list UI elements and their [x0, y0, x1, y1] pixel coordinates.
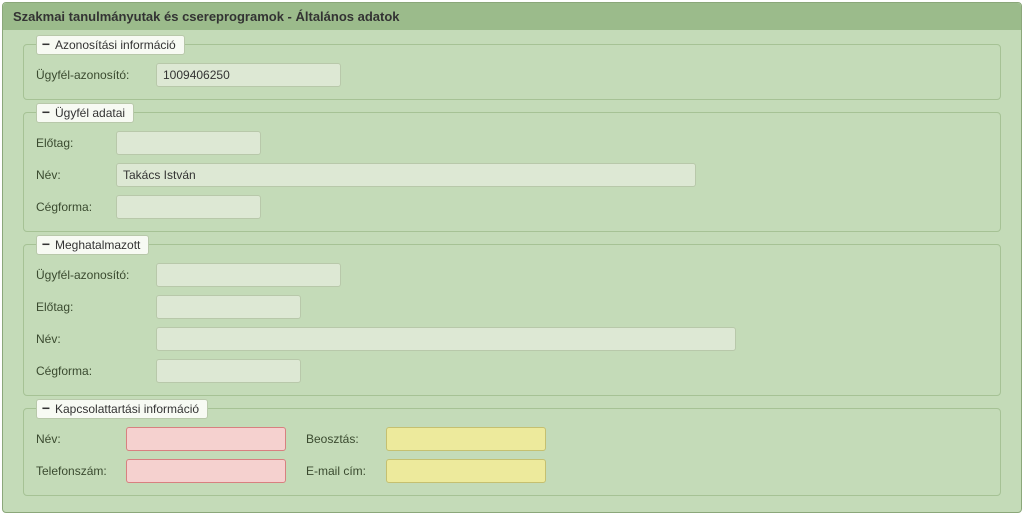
contact-position-label: Beosztás: [306, 432, 386, 446]
client-name-input[interactable] [116, 163, 696, 187]
legend-text: Azonosítási információ [55, 38, 176, 52]
delegate-clientid-label: Ügyfél-azonosító: [36, 268, 156, 282]
contact-name-input[interactable] [126, 427, 286, 451]
collapse-icon: − [41, 108, 51, 118]
client-companyform-label: Cégforma: [36, 200, 116, 214]
client-id-input[interactable] [156, 63, 341, 87]
contact-phone-label: Telefonszám: [36, 464, 126, 478]
collapse-icon: − [41, 40, 51, 50]
delegate-clientid-input[interactable] [156, 263, 341, 287]
contact-fieldset: − Kapcsolattartási információ Név: Beosz… [23, 408, 1001, 496]
contact-name-label: Név: [36, 432, 126, 446]
delegate-fieldset: − Meghatalmazott Ügyfél-azonosító: Előta… [23, 244, 1001, 396]
client-name-label: Név: [36, 168, 116, 182]
contact-row-2: Telefonszám: E-mail cím: [36, 459, 988, 483]
client-companyform-row: Cégforma: [36, 195, 988, 219]
legend-text: Meghatalmazott [55, 238, 140, 252]
delegate-name-row: Név: [36, 327, 988, 351]
client-prefix-label: Előtag: [36, 136, 116, 150]
contact-phone-input[interactable] [126, 459, 286, 483]
delegate-companyform-label: Cégforma: [36, 364, 156, 378]
delegate-legend[interactable]: − Meghatalmazott [36, 235, 149, 255]
client-companyform-input[interactable] [116, 195, 261, 219]
collapse-icon: − [41, 240, 51, 250]
identification-legend[interactable]: − Azonosítási információ [36, 35, 185, 55]
collapse-icon: − [41, 404, 51, 414]
contact-legend[interactable]: − Kapcsolattartási információ [36, 399, 208, 419]
contact-email-label: E-mail cím: [306, 464, 386, 478]
delegate-companyform-input[interactable] [156, 359, 301, 383]
client-prefix-input[interactable] [116, 131, 261, 155]
delegate-prefix-input[interactable] [156, 295, 301, 319]
identification-fieldset: − Azonosítási információ Ügyfél-azonosít… [23, 44, 1001, 100]
client-data-legend[interactable]: − Ügyfél adatai [36, 103, 134, 123]
contact-row-1: Név: Beosztás: [36, 427, 988, 451]
contact-position-input[interactable] [386, 427, 546, 451]
main-panel: Szakmai tanulmányutak és csereprogramok … [2, 2, 1022, 513]
panel-body: − Azonosítási információ Ügyfél-azonosít… [3, 44, 1021, 512]
client-name-row: Név: [36, 163, 988, 187]
legend-text: Ügyfél adatai [55, 106, 125, 120]
delegate-companyform-row: Cégforma: [36, 359, 988, 383]
panel-title: Szakmai tanulmányutak és csereprogramok … [3, 3, 1021, 30]
client-prefix-row: Előtag: [36, 131, 988, 155]
delegate-name-input[interactable] [156, 327, 736, 351]
client-data-fieldset: − Ügyfél adatai Előtag: Név: Cégforma: [23, 112, 1001, 232]
delegate-name-label: Név: [36, 332, 156, 346]
legend-text: Kapcsolattartási információ [55, 402, 199, 416]
delegate-prefix-row: Előtag: [36, 295, 988, 319]
client-id-row: Ügyfél-azonosító: [36, 63, 988, 87]
delegate-prefix-label: Előtag: [36, 300, 156, 314]
delegate-clientid-row: Ügyfél-azonosító: [36, 263, 988, 287]
client-id-label: Ügyfél-azonosító: [36, 68, 156, 82]
contact-email-input[interactable] [386, 459, 546, 483]
